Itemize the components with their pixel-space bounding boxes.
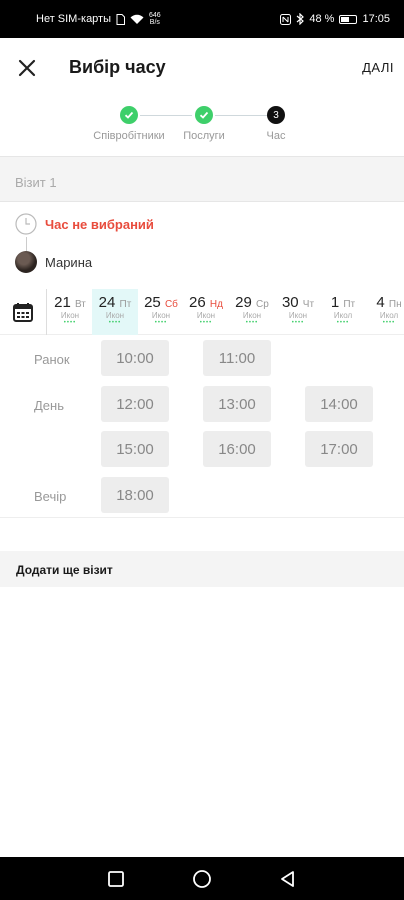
day-number: 25 Сб bbox=[144, 294, 178, 311]
availability-dots: •••• bbox=[382, 320, 396, 326]
availability-dots: •••• bbox=[63, 320, 77, 326]
day-sub-label: Икол bbox=[333, 311, 353, 320]
day-of-week: Нд bbox=[209, 299, 223, 310]
day-number: 4 Пн bbox=[376, 294, 402, 311]
calendar-day[interactable]: 30 Чт Икон •••• bbox=[275, 289, 321, 335]
time-slot[interactable]: 17:00 bbox=[305, 431, 373, 467]
page-title: Вибір часу bbox=[69, 57, 166, 77]
calendar-day[interactable]: 29 Ср Икон •••• bbox=[229, 289, 275, 335]
calendar-day[interactable]: 25 Сб Икон •••• bbox=[138, 289, 184, 335]
availability-dots: •••• bbox=[291, 320, 305, 326]
day-sub-label: Икон bbox=[288, 311, 308, 320]
time-status-row[interactable]: Час не вибраний bbox=[15, 213, 154, 235]
availability-dots: •••• bbox=[154, 320, 168, 326]
day-of-week: Чт bbox=[302, 299, 315, 310]
day-number: 30 Чт bbox=[281, 294, 315, 311]
calendar-icon[interactable] bbox=[12, 301, 34, 323]
day-number: 29 Ср bbox=[235, 294, 269, 311]
time-slot[interactable]: 15:00 bbox=[101, 431, 169, 467]
day-of-week: Пт bbox=[343, 299, 356, 310]
battery-icon bbox=[339, 14, 358, 24]
availability-dots: •••• bbox=[199, 320, 213, 326]
clock: 17:05 bbox=[362, 13, 390, 25]
day-of-week: Ср bbox=[256, 299, 269, 310]
nfc-icon bbox=[280, 13, 292, 25]
day-number: 24 Пт bbox=[98, 294, 132, 311]
calendar-day[interactable]: 24 Пт Икон •••• bbox=[92, 289, 138, 335]
day-sub-label: Икон bbox=[60, 311, 80, 320]
close-icon[interactable] bbox=[14, 55, 40, 81]
check-icon bbox=[195, 106, 213, 124]
date-strip: 21 Вт Икон •••• 24 Пт Икон •••• 25 Сб Икон •••• 2… bbox=[0, 289, 404, 335]
availability-dots: •••• bbox=[108, 320, 122, 326]
day-sub-label: Икон bbox=[242, 311, 262, 320]
day-of-week: Вт bbox=[74, 299, 86, 310]
app-bar: Вибір часу ДАЛІ bbox=[0, 38, 404, 96]
visit-header: Візит 1 bbox=[0, 156, 404, 202]
system-nav-bar bbox=[0, 857, 404, 900]
day-sub-label: Икол bbox=[379, 311, 399, 320]
day-number: 1 Пт bbox=[330, 294, 356, 311]
step-number: 3 bbox=[267, 106, 285, 124]
time-slot[interactable]: 14:00 bbox=[305, 386, 373, 422]
calendar-day[interactable]: 21 Вт Икон •••• bbox=[47, 289, 93, 335]
calendar-day[interactable]: 26 Нд Икон •••• bbox=[183, 289, 229, 335]
time-slot[interactable]: 12:00 bbox=[101, 386, 169, 422]
day-number: 26 Нд bbox=[189, 294, 223, 311]
wifi-icon bbox=[130, 14, 144, 24]
day-of-week: Пн bbox=[388, 299, 402, 310]
day-of-week: Сб bbox=[164, 299, 178, 310]
master-name: Марина bbox=[45, 254, 93, 270]
time-slot[interactable]: 11:00 bbox=[203, 340, 271, 376]
add-visit-button[interactable]: Додати ще візит bbox=[0, 551, 404, 587]
avatar bbox=[15, 251, 37, 273]
day-sub-label: Икон bbox=[105, 311, 125, 320]
calendar-day[interactable]: 1 Пт Икол •••• bbox=[320, 289, 366, 335]
time-status: Час не вибраний bbox=[45, 216, 154, 232]
clock-icon bbox=[15, 213, 37, 235]
stepper: Співробітники Послуги 3 Час bbox=[0, 96, 404, 156]
time-slot[interactable]: 13:00 bbox=[203, 386, 271, 422]
day-sub-label: Икон bbox=[151, 311, 171, 320]
sim-icon bbox=[116, 13, 126, 25]
time-slots: Ранок День Вечір 10:00 11:00 12:00 13:00… bbox=[0, 336, 404, 518]
check-icon bbox=[120, 106, 138, 124]
period-day: День bbox=[34, 398, 64, 413]
next-button[interactable]: ДАЛІ bbox=[362, 60, 394, 75]
connector-line bbox=[26, 237, 27, 251]
step-label: Час bbox=[266, 130, 286, 142]
master-row[interactable]: Марина bbox=[15, 251, 92, 273]
battery-percent: 48 % bbox=[309, 13, 335, 25]
time-slot[interactable]: 18:00 bbox=[101, 477, 169, 513]
day-of-week: Пт bbox=[119, 299, 132, 310]
time-slot[interactable]: 16:00 bbox=[203, 431, 271, 467]
day-number: 21 Вт bbox=[54, 294, 86, 311]
recents-icon[interactable] bbox=[106, 869, 126, 889]
bluetooth-icon bbox=[297, 13, 305, 25]
back-icon[interactable] bbox=[278, 869, 298, 889]
day-sub-label: Икон bbox=[196, 311, 216, 320]
time-slot[interactable]: 10:00 bbox=[101, 340, 169, 376]
home-icon[interactable] bbox=[192, 869, 212, 889]
period-evening: Вечір bbox=[34, 489, 67, 504]
carrier-label: Нет SIM-карты bbox=[36, 13, 112, 25]
calendar-day[interactable]: 4 Пн Икол •••• bbox=[366, 289, 404, 335]
status-bar: Нет SIM-карты 646 B/s 48 % 17:05 bbox=[0, 0, 404, 38]
period-morning: Ранок bbox=[34, 352, 70, 367]
availability-dots: •••• bbox=[245, 320, 259, 326]
network-speed: 646 B/s bbox=[149, 12, 161, 26]
availability-dots: •••• bbox=[336, 320, 350, 326]
step-time: 3 Час bbox=[231, 106, 321, 142]
